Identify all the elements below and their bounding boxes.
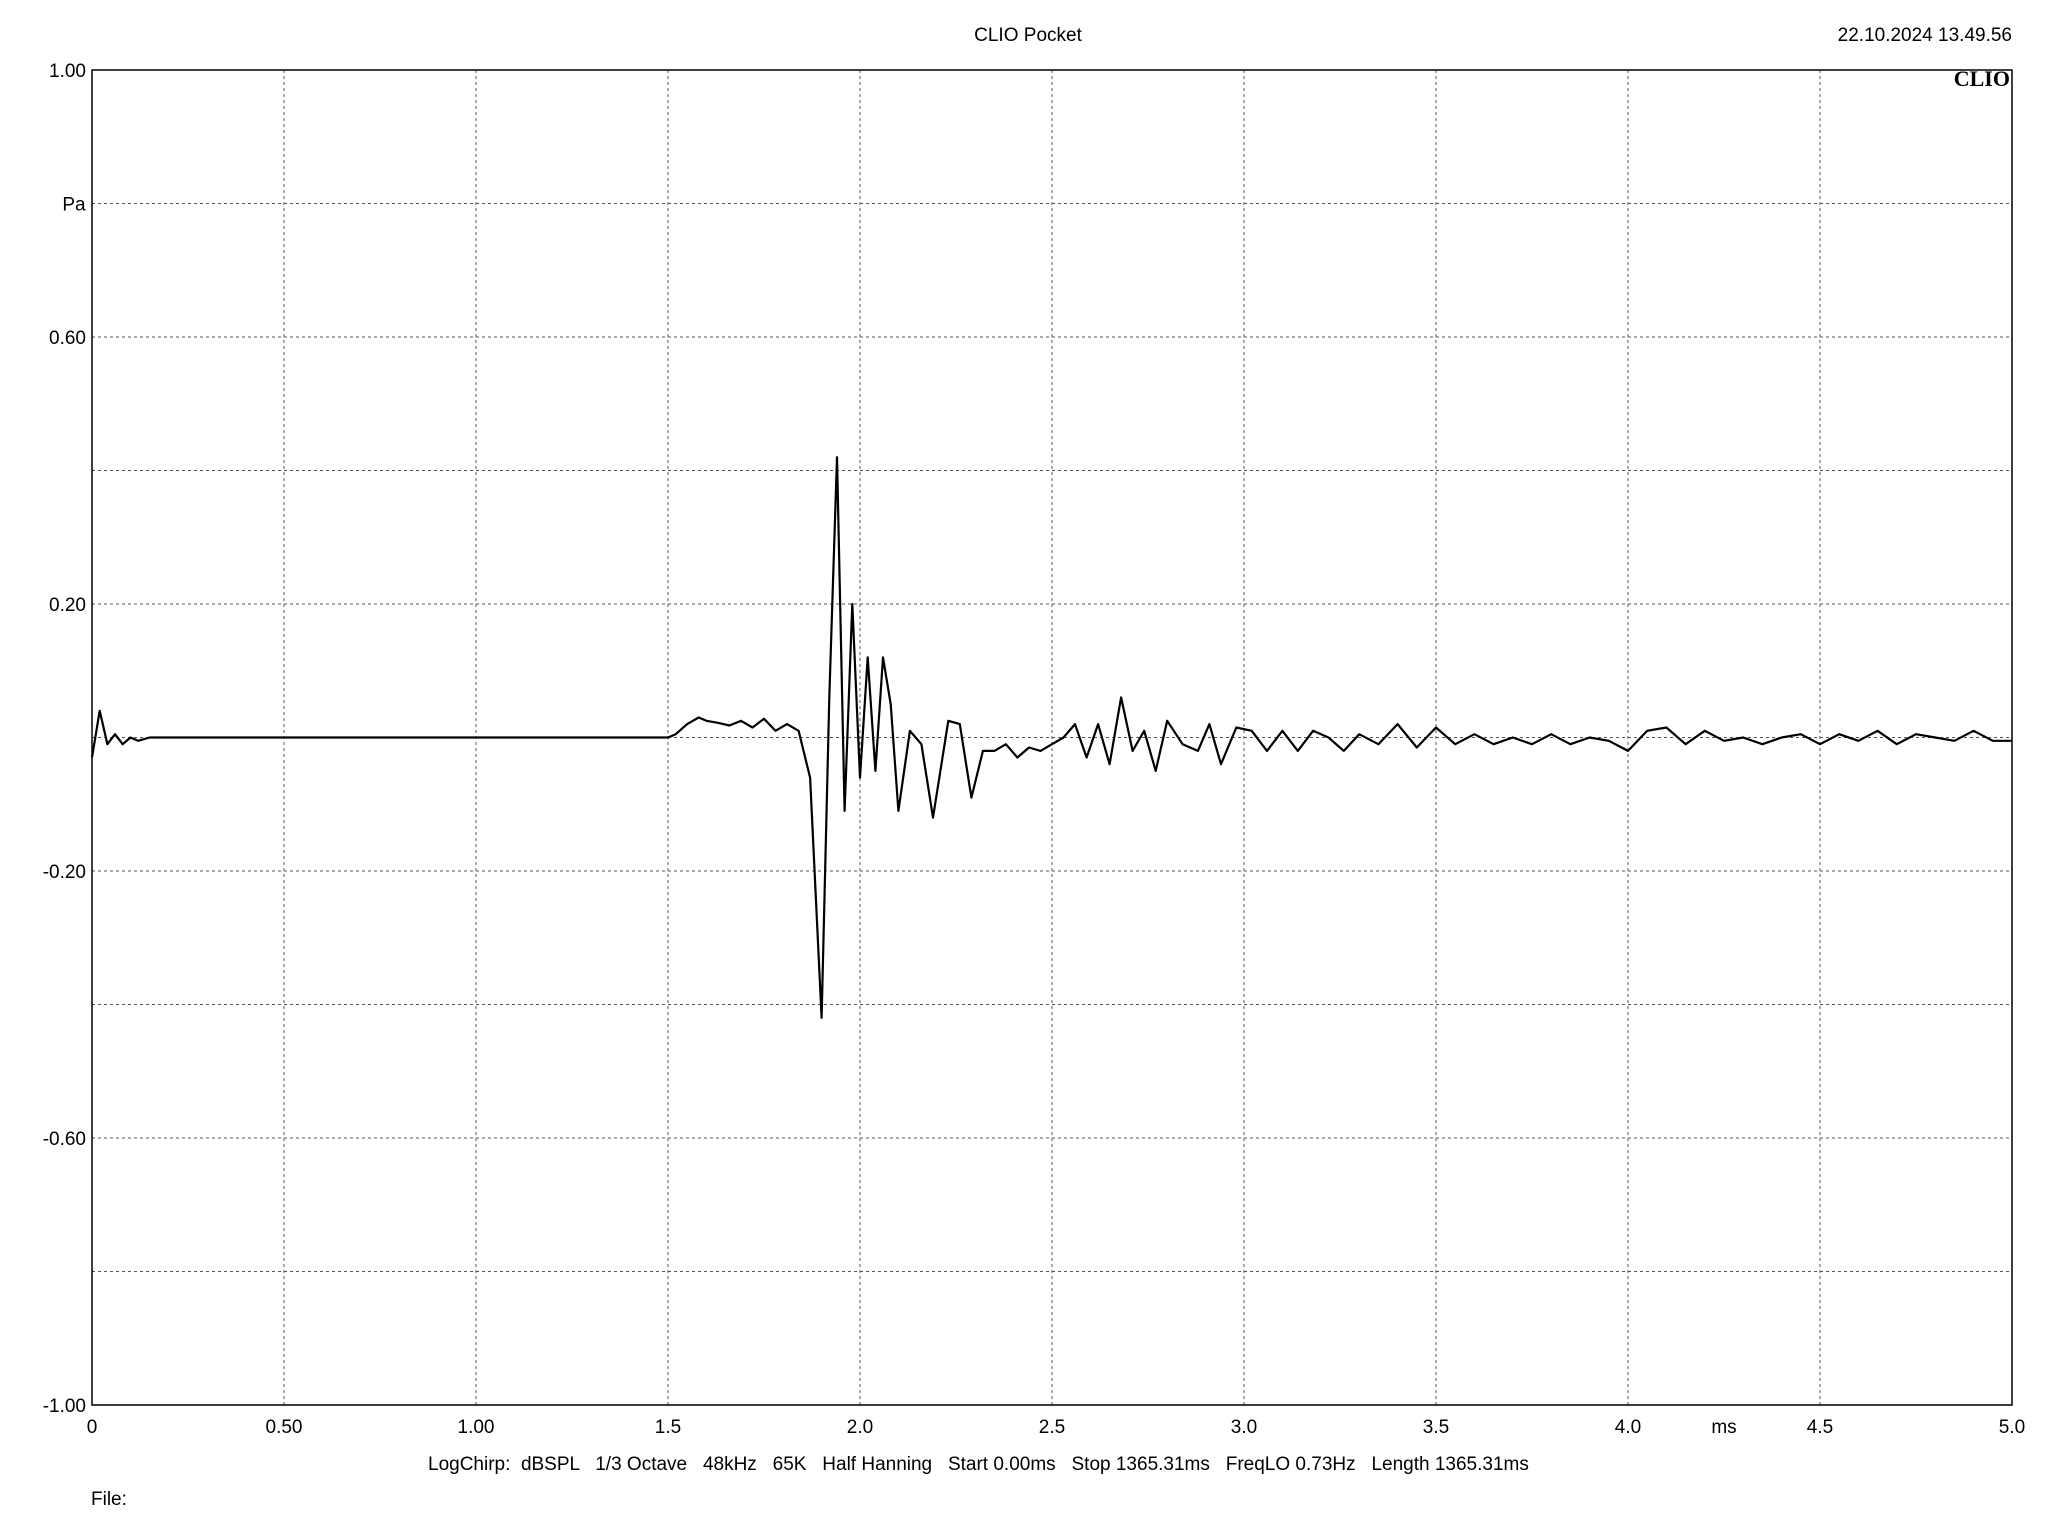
x-tick-label: 0.50 — [266, 1417, 303, 1438]
y-axis-label: Pa — [62, 195, 86, 216]
x-tick-label: 0 — [87, 1417, 98, 1438]
x-tick-label: 1.00 — [458, 1417, 495, 1438]
x-tick-label: 4.0 — [1615, 1417, 1641, 1438]
chart-header-title: CLIO Pocket — [974, 25, 1082, 46]
chart-header-timestamp: 22.10.2024 13.49.56 — [1838, 25, 2012, 46]
x-axis-label: ms — [1711, 1417, 1736, 1438]
x-tick-label: 4.5 — [1807, 1417, 1833, 1438]
x-tick-label: 1.5 — [655, 1417, 681, 1438]
x-tick-label: 3.0 — [1231, 1417, 1257, 1438]
x-tick-label: 2.5 — [1039, 1417, 1065, 1438]
y-tick-label: 0.20 — [49, 595, 86, 616]
impulse-response-chart: CLIO Pocket 22.10.2024 13.49.56 CLIO 1.0… — [43, 25, 2026, 1510]
y-tick-label: -0.20 — [43, 862, 86, 883]
y-tick-label: 1.00 — [49, 61, 86, 82]
y-tick-label: 0.60 — [49, 328, 86, 349]
x-tick-label: 3.5 — [1423, 1417, 1449, 1438]
measurement-settings: LogChirp: dBSPL 1/3 Octave 48kHz 65K Hal… — [428, 1454, 1529, 1475]
x-tick-label: 5.0 — [1999, 1417, 2025, 1438]
y-tick-label: -0.60 — [43, 1129, 86, 1150]
x-tick-label: 2.0 — [847, 1417, 873, 1438]
y-tick-label: -1.00 — [43, 1396, 86, 1417]
y-axis-ticks: 1.00 0.60 0.20 -0.20 -0.60 -1.00 — [43, 61, 86, 1417]
file-label: File: — [91, 1489, 127, 1510]
clio-logo: CLIO — [1954, 66, 2010, 91]
